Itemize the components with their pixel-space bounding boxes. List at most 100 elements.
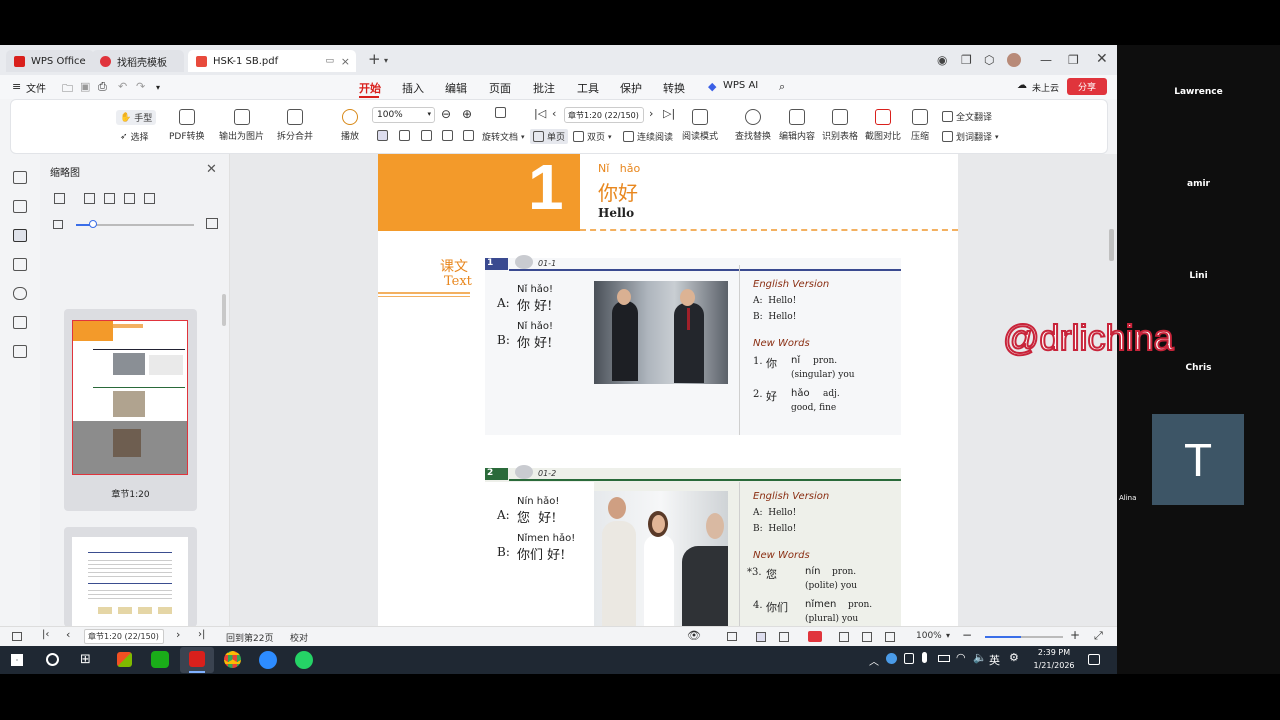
tray-chevron-icon[interactable]: ︿ [869, 653, 879, 668]
menu-convert[interactable]: 转换 [663, 80, 685, 96]
replace-page-icon[interactable] [104, 193, 115, 204]
status-zoom-value[interactable]: 100% [916, 631, 942, 641]
extract-page-icon[interactable] [124, 193, 135, 204]
fit-width-icon[interactable] [399, 130, 410, 141]
zoom-app-icon[interactable] [259, 651, 277, 669]
sidebar-toggle-icon[interactable] [12, 632, 22, 641]
edit-content-button[interactable]: 编辑内容 [779, 109, 815, 142]
export-image-button[interactable]: 输出为图片 [219, 109, 264, 142]
next-page-icon[interactable]: › [649, 107, 653, 120]
close-tab-icon[interactable]: × [341, 55, 350, 68]
play-button[interactable]: 播放 [341, 109, 359, 142]
zoom-dropdown-icon[interactable]: ▾ [946, 631, 950, 640]
proofread-link[interactable]: 校对 [290, 631, 308, 644]
select-tool-button[interactable]: ➶ 选择 [120, 130, 149, 144]
hamburger-icon[interactable]: ≡ [12, 80, 21, 93]
split-merge-button[interactable]: 拆分合并 [277, 109, 313, 142]
outline-icon[interactable] [13, 171, 27, 184]
first-page-status-icon[interactable]: |‹ [42, 629, 49, 640]
share-button[interactable]: 分享 [1067, 78, 1107, 95]
participant-tile-5[interactable]: T [1152, 414, 1244, 505]
rotate-right-icon[interactable] [463, 130, 474, 141]
fullscreen-status-icon[interactable] [862, 632, 872, 642]
last-page-status-icon[interactable]: ›| [198, 629, 205, 640]
play-status-icon[interactable] [808, 631, 822, 642]
rotate-left-icon[interactable] [442, 130, 453, 141]
store-icon[interactable] [117, 652, 132, 667]
menu-tools[interactable]: 工具 [577, 80, 599, 96]
tab-template[interactable]: 找稻壳模板 [92, 50, 184, 72]
search-icon[interactable]: ⌕ [779, 80, 785, 94]
minimize-icon[interactable]: — [1040, 53, 1052, 67]
box-icon[interactable]: ⬡ [984, 53, 994, 67]
grid-view-icon[interactable] [54, 193, 65, 204]
panel-scrollbar[interactable] [222, 294, 226, 326]
read-mode-button[interactable]: 阅读模式 [682, 109, 718, 142]
back-to-page-link[interactable]: 回到第22页 [226, 631, 273, 644]
page-selector[interactable]: 章节1:20 (22/150) [564, 107, 644, 123]
recognize-table-button[interactable]: 识别表格 [822, 109, 858, 142]
last-page-icon[interactable]: ▷| [663, 107, 675, 120]
next-page-status-icon[interactable]: › [176, 628, 180, 641]
battery-icon[interactable] [938, 655, 950, 662]
windows-start-icon[interactable] [11, 654, 23, 666]
word-translate-button[interactable]: 划词翻译 ▾ [942, 130, 999, 143]
zoom-in-status-icon[interactable]: + [1070, 628, 1080, 642]
clock-date[interactable]: 1/21/2026 [1032, 661, 1076, 670]
single-page-button[interactable]: 单页 [530, 129, 569, 144]
zoom-select[interactable]: 100% ▾ [372, 107, 435, 123]
menu-file[interactable]: 文件 [26, 80, 46, 95]
tab-wps-office[interactable]: WPS Office [6, 50, 94, 72]
bookmark-icon[interactable] [13, 200, 27, 213]
redo-icon[interactable]: ↷ [136, 80, 145, 93]
full-translate-button[interactable]: 全文翻译 [942, 110, 992, 123]
chrome-icon[interactable] [224, 651, 241, 668]
eye-icon[interactable]: 👁 [687, 629, 701, 642]
microphone-icon[interactable] [922, 652, 927, 663]
pdf-convert-button[interactable]: PDF转换 [169, 109, 205, 142]
menu-page[interactable]: 页面 [489, 80, 511, 96]
menu-wps-ai[interactable]: WPS AI [723, 80, 758, 91]
wechat-icon[interactable] [151, 651, 169, 668]
chevron-down-icon[interactable]: ▾ [384, 56, 388, 65]
print-icon[interactable]: ⎙ [98, 80, 107, 94]
wifi-icon[interactable]: ◠ [956, 651, 966, 664]
rotate-page-icon[interactable] [495, 107, 506, 118]
find-replace-button[interactable]: 查找替换 [735, 109, 771, 142]
tab-pdf[interactable]: HSK-1 SB.pdf ▭ × [188, 50, 356, 72]
doc-scrollbar[interactable] [1109, 229, 1114, 261]
search-taskbar-icon[interactable] [46, 653, 59, 666]
double-page-button[interactable]: 双页 ▾ [573, 130, 612, 143]
notification-icon[interactable] [1088, 654, 1100, 665]
slider-handle[interactable] [89, 220, 97, 228]
continuous-button[interactable]: 连续阅读 [623, 130, 673, 143]
single-view-icon[interactable] [756, 632, 766, 642]
maximize-icon[interactable]: ❐ [1068, 53, 1079, 67]
actual-size-icon[interactable] [421, 130, 432, 141]
layers-icon[interactable] [13, 345, 27, 358]
copy-page-icon[interactable] [144, 193, 155, 204]
grid-status-icon[interactable] [839, 632, 849, 642]
attachment-icon[interactable] [13, 287, 27, 300]
bookmark-status-icon[interactable] [885, 632, 895, 642]
zoom-in-icon[interactable]: ⊕ [462, 107, 472, 121]
prev-page-status-icon[interactable]: ‹ [66, 628, 70, 641]
menu-insert[interactable]: 插入 [402, 80, 424, 96]
windows-icon[interactable]: ❐ [961, 53, 972, 67]
input-language[interactable]: 英 [989, 652, 1000, 668]
more-chevron-icon[interactable]: ▾ [156, 83, 160, 92]
folder-icon[interactable]: 🗀 [62, 80, 73, 99]
new-tab-icon[interactable]: + [368, 50, 381, 68]
rotate-doc-button[interactable]: 旋转文档 ▾ [482, 130, 525, 144]
volume-icon[interactable]: 🔈 [973, 651, 987, 664]
whatsapp-icon[interactable] [295, 651, 313, 669]
window-tab-icon[interactable]: ▭ [325, 56, 334, 66]
wps-taskbar-icon[interactable] [189, 651, 205, 667]
fullscreen-icon[interactable]: ⤢ [1094, 629, 1103, 643]
save-icon[interactable]: ▣ [80, 80, 90, 93]
double-view-icon[interactable] [779, 632, 789, 642]
thumbnail-icon[interactable] [13, 229, 27, 242]
screenshot-compare-button[interactable]: 截图对比 [865, 109, 901, 142]
task-view-icon[interactable]: ⊞ [80, 652, 91, 667]
undo-icon[interactable]: ↶ [118, 80, 127, 93]
